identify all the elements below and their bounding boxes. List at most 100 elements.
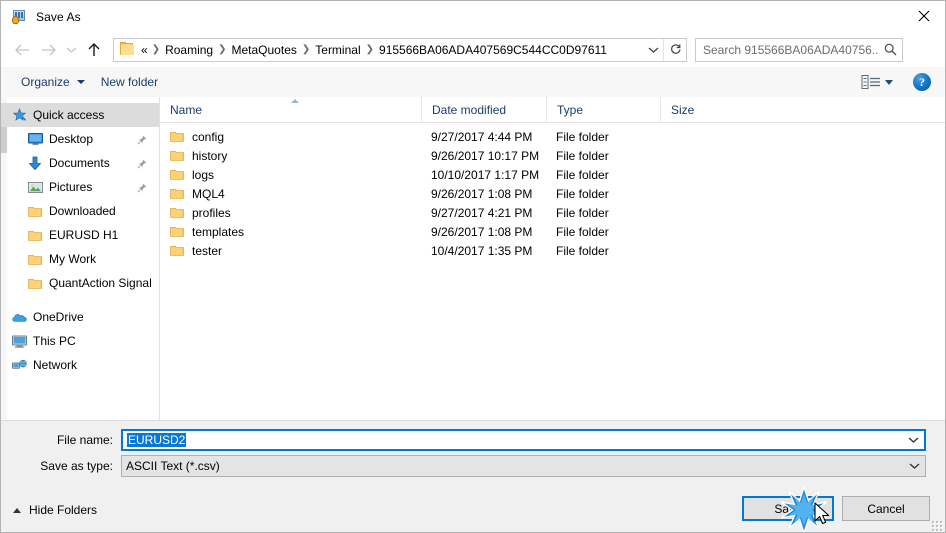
pin-icon[interactable] bbox=[137, 134, 147, 145]
breadcrumb-separator: ❯ bbox=[301, 44, 311, 55]
file-rows-container: config 9/27/2017 4:44 PM File folder histor… bbox=[160, 123, 945, 260]
table-row[interactable]: tester 10/4/2017 1:35 PM File folder bbox=[160, 241, 945, 260]
column-header-size-label: Size bbox=[671, 102, 695, 117]
file-name-chevron-down-icon[interactable] bbox=[902, 430, 924, 450]
folder-icon bbox=[170, 149, 185, 162]
view-layout-icon[interactable] bbox=[861, 74, 881, 90]
breadcrumb-separator: ❯ bbox=[151, 44, 161, 55]
sidebar-item-pictures[interactable]: Pictures bbox=[1, 175, 159, 199]
table-row[interactable]: MQL4 9/26/2017 1:08 PM File folder bbox=[160, 184, 945, 203]
resize-grip[interactable] bbox=[931, 520, 943, 532]
save-button[interactable]: Save bbox=[742, 496, 834, 521]
sidebar-item-onedrive[interactable]: OneDrive bbox=[1, 305, 159, 329]
column-header-date-modified[interactable]: Date modified bbox=[421, 97, 546, 122]
save-as-type-chevron-down-icon[interactable] bbox=[903, 456, 925, 476]
star-pin-icon bbox=[11, 107, 27, 123]
chevron-down-icon bbox=[76, 80, 85, 84]
sort-ascending-icon bbox=[291, 99, 299, 103]
recent-locations-chevron-down-icon[interactable] bbox=[61, 38, 81, 62]
help-label: ? bbox=[919, 74, 925, 89]
sidebar-item-desktop[interactable]: Desktop bbox=[1, 127, 159, 151]
desktop-icon bbox=[27, 131, 43, 147]
pin-icon[interactable] bbox=[137, 182, 147, 193]
navigation-pane: Quick access Desktop Documents Pictures Down… bbox=[1, 97, 160, 420]
file-row-name: MQL4 bbox=[192, 186, 225, 201]
table-row[interactable]: templates 9/26/2017 1:08 PM File folder bbox=[160, 222, 945, 241]
column-header-name-label: Name bbox=[170, 102, 203, 117]
sidebar-item-label: This PC bbox=[33, 334, 76, 348]
column-header-row: Name Date modified Type Size bbox=[160, 97, 945, 123]
sidebar-item-label: Documents bbox=[49, 156, 110, 170]
file-name-label: File name: bbox=[56, 433, 113, 447]
column-header-size[interactable]: Size bbox=[660, 97, 740, 122]
hide-folders-button[interactable]: Hide Folders bbox=[13, 503, 97, 517]
column-header-type[interactable]: Type bbox=[546, 97, 660, 122]
folder-icon bbox=[170, 130, 185, 143]
address-chevron-down-icon[interactable] bbox=[643, 39, 663, 61]
save-as-app-icon bbox=[11, 9, 27, 25]
close-icon[interactable] bbox=[901, 1, 945, 31]
sidebar-item-my-work[interactable]: My Work bbox=[1, 247, 159, 271]
sidebar-item-network[interactable]: Network bbox=[1, 353, 159, 377]
command-toolbar: Organize New folder ? bbox=[1, 67, 945, 98]
search-placeholder: Search 915566BA06ADA40756... bbox=[703, 42, 878, 57]
search-icon[interactable] bbox=[878, 39, 902, 61]
save-as-type-select[interactable]: ASCII Text (*.csv) bbox=[121, 455, 926, 477]
search-input[interactable]: Search 915566BA06ADA40756... bbox=[695, 37, 903, 62]
breadcrumb-item-metaquotes[interactable]: MetaQuotes bbox=[229, 43, 300, 57]
sidebar-item-eurusd-h1[interactable]: EURUSD H1 bbox=[1, 223, 159, 247]
file-row-date-modified: 9/26/2017 1:08 PM bbox=[431, 224, 533, 239]
view-chevron-down-icon[interactable] bbox=[885, 79, 893, 85]
sidebar-item-quantaction-signal[interactable]: QuantAction Signal bbox=[1, 271, 159, 295]
pin-icon[interactable] bbox=[137, 158, 147, 169]
folder-icon bbox=[27, 227, 43, 243]
file-row-name: logs bbox=[192, 167, 215, 182]
file-row-date-modified: 9/26/2017 1:08 PM bbox=[431, 186, 533, 201]
breadcrumb-overflow[interactable]: « bbox=[138, 43, 150, 57]
organize-button[interactable]: Organize bbox=[13, 71, 93, 93]
sidebar-item-quick-access[interactable]: Quick access bbox=[1, 103, 159, 127]
arrow-right-icon[interactable] bbox=[35, 38, 61, 62]
refresh-icon[interactable] bbox=[663, 38, 686, 61]
arrow-left-icon[interactable] bbox=[9, 38, 35, 62]
breadcrumb-separator: ❯ bbox=[218, 44, 227, 55]
table-row[interactable]: profiles 9/27/2017 4:21 PM File folder bbox=[160, 203, 945, 222]
cancel-button[interactable]: Cancel bbox=[842, 496, 930, 521]
folder-icon bbox=[170, 225, 185, 238]
file-row-type: File folder bbox=[556, 129, 609, 144]
sidebar-item-label: QuantAction Signal bbox=[49, 276, 152, 290]
documents-download-icon bbox=[27, 155, 43, 171]
folder-icon bbox=[27, 275, 43, 291]
save-as-dialog: Save As « ❯ Roaming ❯ MetaQuotes ❯ Termi… bbox=[0, 0, 946, 533]
breadcrumb-separator: ❯ bbox=[365, 44, 375, 55]
cancel-button-label: Cancel bbox=[867, 501, 905, 516]
column-header-name[interactable]: Name bbox=[160, 97, 421, 122]
sidebar-item-downloaded[interactable]: Downloaded bbox=[1, 199, 159, 223]
sidebar-item-documents[interactable]: Documents bbox=[1, 151, 159, 175]
file-row-type: File folder bbox=[556, 243, 609, 258]
file-row-type: File folder bbox=[556, 186, 609, 201]
folder-icon bbox=[120, 41, 136, 57]
help-button[interactable]: ? bbox=[913, 73, 931, 91]
folder-icon bbox=[27, 251, 43, 267]
sidebar-item-label: Pictures bbox=[49, 180, 93, 194]
column-header-type-label: Type bbox=[557, 102, 584, 117]
table-row[interactable]: config 9/27/2017 4:44 PM File folder bbox=[160, 127, 945, 146]
sidebar-item-this-pc[interactable]: This PC bbox=[1, 329, 159, 353]
file-row-date-modified: 9/27/2017 4:21 PM bbox=[431, 205, 533, 220]
file-row-name: templates bbox=[192, 224, 245, 239]
table-row[interactable]: logs 10/10/2017 1:17 PM File folder bbox=[160, 165, 945, 184]
file-row-date-modified: 10/4/2017 1:35 PM bbox=[431, 243, 533, 258]
file-row-name-cell: history bbox=[160, 149, 421, 163]
breadcrumb-item-instance-id[interactable]: 915566BA06ADA407569C544CC0D97611 bbox=[376, 43, 610, 57]
column-header-date-label: Date modified bbox=[432, 102, 507, 117]
breadcrumb-item-roaming[interactable]: Roaming bbox=[162, 43, 216, 57]
file-row-name-cell: profiles bbox=[160, 206, 421, 220]
new-folder-button[interactable]: New folder bbox=[93, 71, 166, 93]
address-bar[interactable]: « ❯ Roaming ❯ MetaQuotes ❯ Terminal ❯ 91… bbox=[113, 37, 687, 62]
arrow-up-icon[interactable] bbox=[81, 38, 107, 62]
file-name-input[interactable]: EURUSD2 bbox=[121, 429, 926, 451]
table-row[interactable]: history 9/26/2017 10:17 PM File folder bbox=[160, 146, 945, 165]
breadcrumb-item-terminal[interactable]: Terminal bbox=[312, 43, 363, 57]
